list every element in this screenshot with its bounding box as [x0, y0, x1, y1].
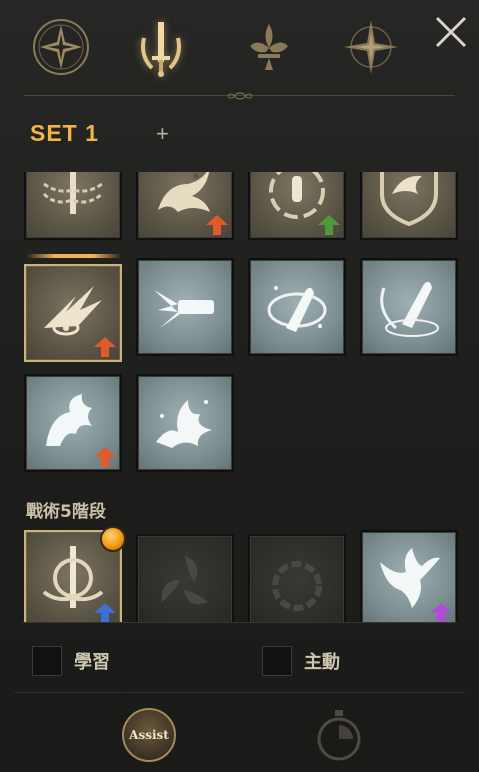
close-button[interactable]	[433, 14, 469, 50]
triple-swirl-icon	[161, 556, 208, 605]
equipped-indicator	[26, 254, 122, 258]
stopwatch-icon	[317, 710, 361, 761]
skill-panel: SET 1 + 戰術5階段 學習 主動 Assist	[0, 0, 479, 772]
skill-slot-eagle-shield[interactable]	[360, 172, 458, 240]
upgrade-arrow-icon	[206, 215, 228, 235]
upgrade-arrow-icon	[94, 447, 116, 467]
new-notification-badge	[100, 526, 126, 552]
assist-label: Assist	[129, 728, 169, 742]
skill-slot-bullet-orbit[interactable]	[248, 258, 346, 356]
skill-slot-winged-beast[interactable]	[24, 374, 122, 472]
skill-slot-eye-slash[interactable]	[24, 264, 122, 362]
learn-label: 學習	[74, 652, 110, 673]
tab-star-compass[interactable]	[28, 14, 94, 80]
compass-rose-icon	[344, 20, 398, 74]
tactics-section-label: 戰術5階段	[26, 502, 106, 522]
skill-slot-chained-sword[interactable]	[24, 172, 122, 240]
close-icon	[435, 16, 467, 48]
tactic-slot-sword-crest[interactable]	[24, 526, 126, 622]
tab-compass-rose[interactable]	[338, 14, 404, 80]
active-label: 主動	[304, 652, 340, 673]
learn-toggle[interactable]: 學習	[32, 646, 110, 676]
skill-slot-bullet-vortex[interactable]	[248, 172, 346, 240]
skill-slot-gun-burst[interactable]	[136, 258, 234, 356]
gun-burst-icon	[154, 290, 214, 328]
divider-ornament-icon	[227, 92, 252, 100]
upgrade-arrow-icon	[318, 215, 340, 235]
learn-checkbox[interactable]	[32, 646, 62, 676]
active-toggle[interactable]: 主動	[262, 646, 340, 676]
star-compass-icon	[33, 19, 89, 75]
eagle-shield-icon	[380, 172, 438, 227]
skill-slot-bullet-laurel[interactable]	[360, 258, 458, 356]
skill-slot-dragon[interactable]	[136, 172, 234, 240]
chained-sword-icon	[42, 172, 103, 214]
add-set-button[interactable]: +	[156, 121, 169, 147]
assist-button[interactable]: Assist	[122, 708, 176, 762]
fleur-de-lis-icon	[250, 24, 288, 70]
footer-divider	[14, 692, 465, 693]
fire-ring-icon	[272, 561, 322, 611]
sword-laurel-icon	[141, 22, 181, 77]
tab-fleur-de-lis[interactable]	[236, 14, 302, 80]
upgrade-arrow-icon	[94, 337, 116, 357]
set-title[interactable]: SET 1	[30, 120, 99, 147]
header-divider	[24, 92, 455, 100]
tab-sword-laurel[interactable]	[128, 14, 194, 80]
active-checkbox[interactable]	[262, 646, 292, 676]
skill-grid: 戰術5階段	[22, 172, 462, 622]
upgrade-arrow-icon	[430, 603, 452, 622]
stopwatch-button[interactable]	[314, 708, 364, 762]
upgrade-arrow-icon	[94, 603, 116, 622]
skill-slot-phoenix-flame[interactable]	[136, 374, 234, 472]
grid-bottom-divider	[22, 622, 457, 623]
tactic-slot-fire-ring[interactable]	[248, 534, 346, 622]
bullet-orbit-icon	[267, 286, 327, 332]
tactic-slot-phoenix[interactable]	[360, 530, 458, 622]
phoenix-flame-icon	[156, 400, 212, 448]
bullet-laurel-icon	[380, 281, 439, 337]
tactic-slot-triple-swirl[interactable]	[136, 534, 234, 622]
